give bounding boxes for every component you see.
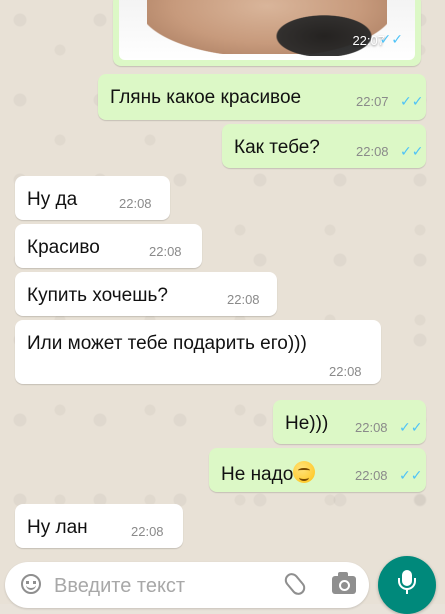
camera-icon[interactable] [332, 572, 356, 594]
read-ticks-icon: ✓✓ [400, 143, 424, 159]
message-time: 22:08 [131, 524, 164, 539]
image-message[interactable]: 22:07 ✓✓ [113, 0, 421, 66]
message-composer [5, 562, 369, 608]
message-time: 22:07 [356, 94, 389, 109]
read-ticks-icon: ✓✓ [400, 93, 424, 109]
read-ticks-icon: ✓✓ [399, 467, 423, 483]
message-time: 22:08 [355, 468, 388, 483]
microphone-icon [398, 570, 416, 590]
message-text: Ну да [27, 189, 78, 210]
voice-record-button[interactable] [378, 556, 436, 614]
message-time: 22:08 [149, 244, 182, 259]
message-bubble-incoming[interactable]: Или может тебе подарить его))) 22:08 [15, 320, 381, 384]
message-bubble-outgoing[interactable]: Не надо 22:08 ✓✓ [209, 448, 426, 492]
message-bubble-outgoing[interactable]: Как тебе? 22:08 ✓✓ [222, 124, 426, 168]
message-time: 22:08 [356, 144, 389, 159]
emoji-icon[interactable] [21, 574, 41, 594]
message-bubble-incoming[interactable]: Ну лан 22:08 [15, 504, 183, 548]
read-ticks-icon: ✓✓ [379, 31, 403, 47]
message-text: Или может тебе подарить его))) [27, 333, 307, 354]
message-text: Как тебе? [234, 137, 320, 158]
microphone-stand [406, 589, 408, 594]
message-bubble-outgoing[interactable]: Не))) 22:08 ✓✓ [273, 400, 426, 444]
message-text: Глянь какое красивое [110, 87, 302, 108]
read-ticks-icon: ✓✓ [399, 419, 423, 435]
message-time: 22:08 [329, 364, 362, 379]
message-text: Не надо [221, 464, 294, 485]
message-bubble-incoming[interactable]: Ну да 22:08 [15, 176, 170, 220]
message-text: Купить хочешь? [27, 285, 168, 306]
message-time: 22:08 [227, 292, 260, 307]
image-preview[interactable]: 22:07 ✓✓ [119, 0, 415, 60]
smirking-face-icon [293, 461, 316, 483]
message-text: Ну лан [27, 517, 88, 538]
message-text: Красиво [27, 237, 100, 258]
message-input[interactable] [52, 573, 246, 599]
message-time: 22:08 [355, 420, 388, 435]
message-text: Не))) [285, 413, 329, 434]
message-text-row: Не надо [221, 461, 316, 486]
message-bubble-incoming[interactable]: Красиво 22:08 [15, 224, 202, 268]
paperclip-icon[interactable] [281, 570, 309, 598]
message-time: 22:08 [119, 196, 152, 211]
message-bubble-outgoing[interactable]: Глянь какое красивое 22:07 ✓✓ [98, 74, 426, 120]
message-bubble-incoming[interactable]: Купить хочешь? 22:08 [15, 272, 277, 316]
